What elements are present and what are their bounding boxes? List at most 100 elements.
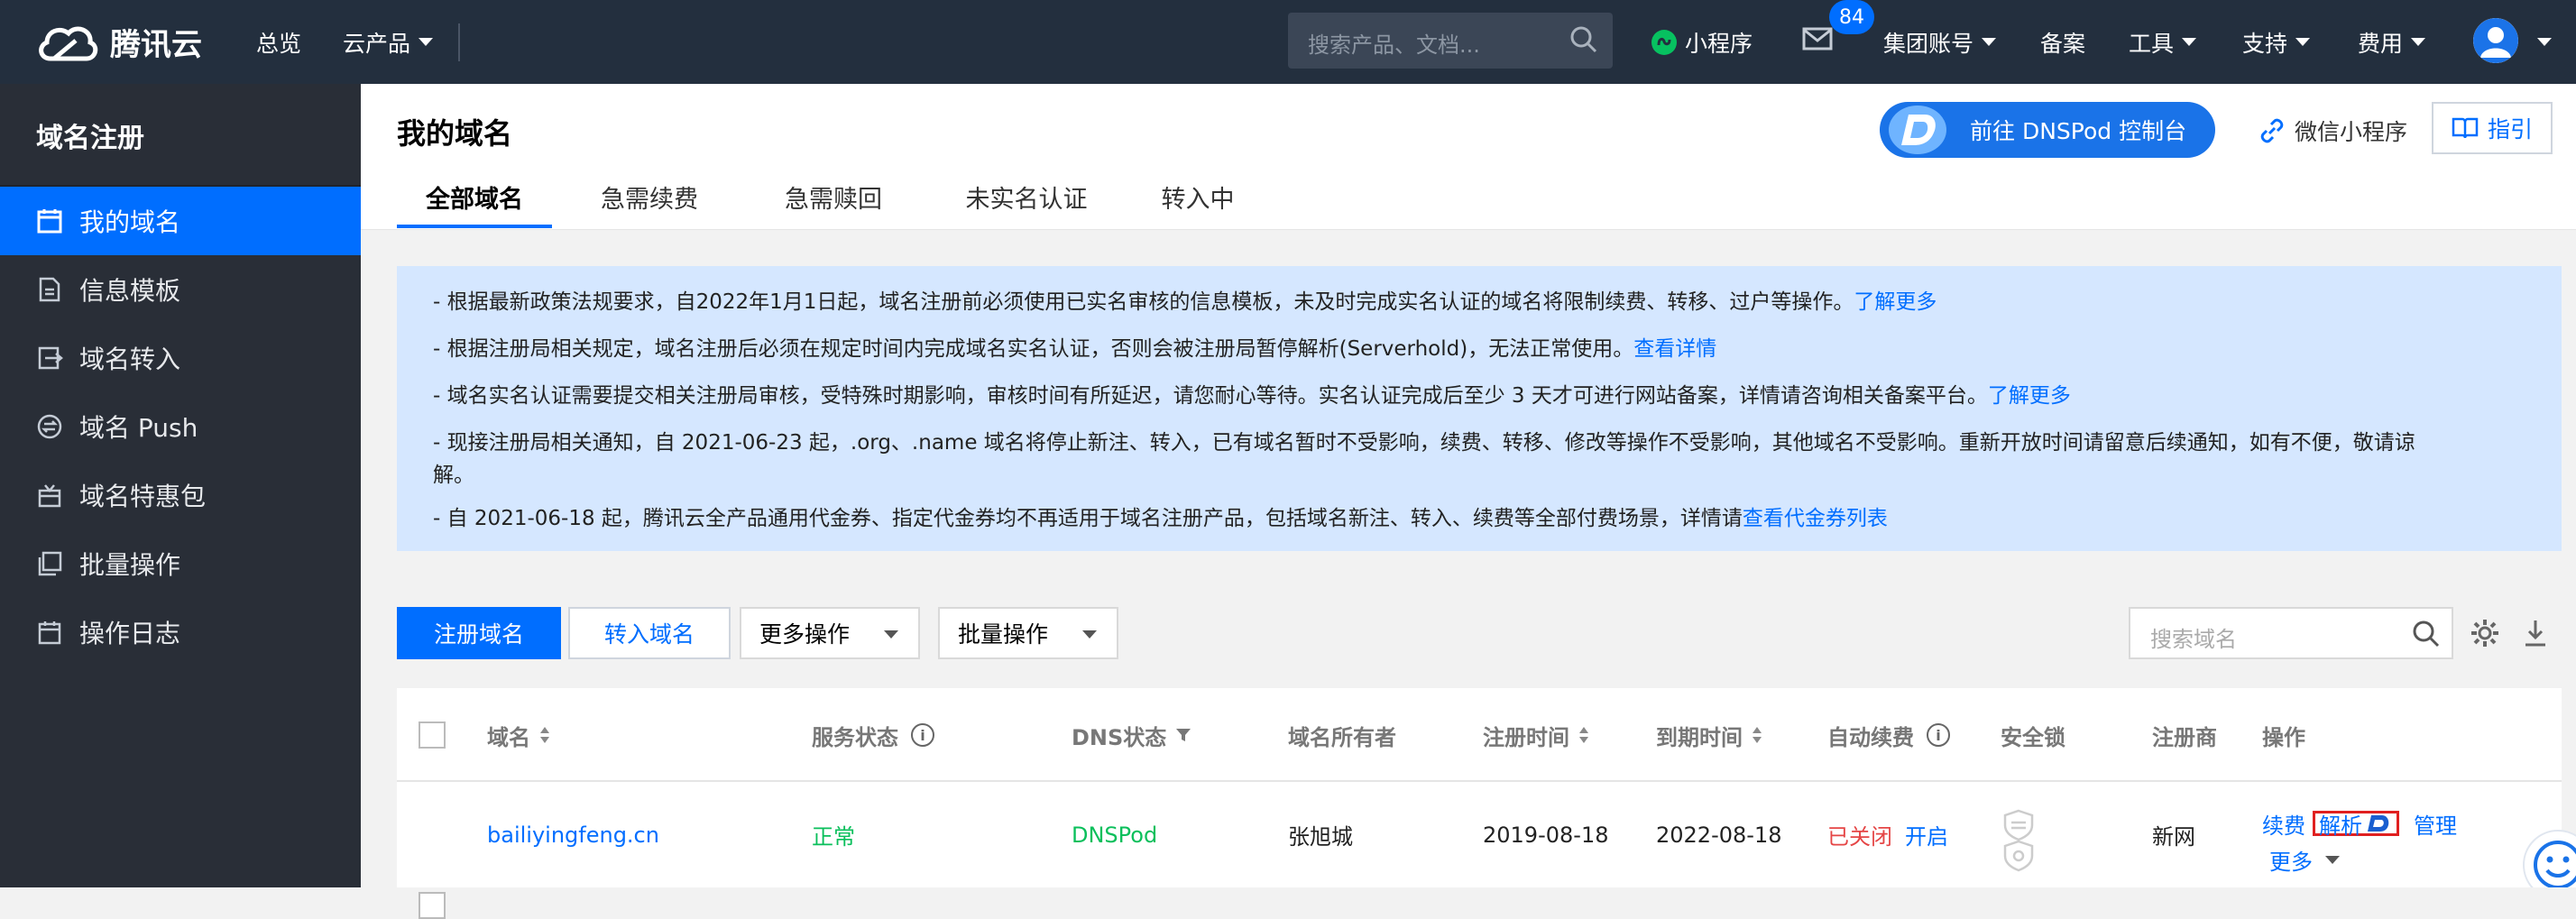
expire-time-value: 2022-08-18 [1656,822,1782,848]
sidebar-title: 域名注册 [36,123,144,154]
chevron-down-icon[interactable] [2537,38,2552,46]
guide-button[interactable]: 指引 [2432,102,2553,154]
brand-name: 腾讯云 [110,27,202,63]
notice-line: - 域名实名认证需要提交相关注册局审核，受特殊时期影响，审核时间有所延迟，请您耐… [433,380,2535,412]
avatar[interactable] [2473,18,2518,63]
mini-program-icon [1651,29,1677,55]
divider [458,23,460,61]
chevron-down-icon [2182,38,2197,46]
column-header-actions: 操作 [2262,724,2305,750]
nav-group-account[interactable]: 集团账号 [1883,0,1997,84]
settings-gear-icon[interactable] [2470,618,2500,648]
column-header-security-lock: 安全锁 [2001,724,2065,750]
sidebar-item-operation-log[interactable]: 操作日志 [0,598,361,666]
more-actions-label: 更多 [2269,849,2313,875]
chevron-down-icon [884,630,898,639]
nav-billing[interactable]: 费用 [2358,0,2426,84]
notice-text: - 根据最新政策法规要求，自2022年1月1日起，域名注册前必须使用已实名审核的… [433,290,1854,314]
tab-urgent-renewal[interactable]: 急需续费 [577,170,722,228]
column-header-domain[interactable]: 域名 [487,688,550,782]
service-status-value: 正常 [812,824,855,850]
domain-search-input[interactable]: 搜索域名 [2150,621,2237,653]
tab-urgent-redemption[interactable]: 急需赎回 [761,170,906,228]
sort-icon[interactable] [1752,727,1762,743]
user-avatar-icon [2473,18,2518,63]
domain-name-link[interactable]: bailiyingfeng.cn [487,782,659,887]
sidebar: 域名注册 我的域名 信息模板 域名转入 域名 Push 域名特惠包 批量操作 操… [0,84,361,887]
transfer-in-domain-button[interactable]: 转入域名 [568,607,731,659]
sort-icon[interactable] [1578,727,1589,743]
column-header-service-status: 服务状态 i [812,688,934,782]
customer-service-bubble[interactable] [2522,829,2576,887]
view-details-link[interactable]: 查看详情 [1633,337,1716,361]
mail-button[interactable]: 84 [1802,0,1874,54]
search-icon[interactable] [1569,25,1598,54]
more-actions-dropdown[interactable]: 更多 [2269,843,2457,876]
dnspod-logo-icon [1889,106,1946,154]
page-header: 我的域名 前往 DNSPod 控制台 微信小程序 指引 全部域名 急需续费 急需… [361,84,2576,230]
search-input[interactable]: 搜索产品、文档... [1308,27,1480,59]
column-header-reg-time[interactable]: 注册时间 [1483,688,1589,782]
sidebar-item-domain-transfer[interactable]: 域名转入 [0,324,361,392]
wechat-mini-program-link[interactable]: 微信小程序 [2259,115,2407,147]
column-header-label: 服务状态 [812,724,898,750]
column-header-expire-time[interactable]: 到期时间 [1656,688,1762,782]
sort-icon[interactable] [539,727,550,743]
manage-link[interactable]: 管理 [2414,808,2457,840]
shield-icon[interactable] [2002,809,2035,872]
learn-more-link[interactable]: 了解更多 [1854,290,1937,314]
nav-support[interactable]: 支持 [2242,0,2311,84]
tab-transferring-in[interactable]: 转入中 [1144,170,1252,228]
nav-tools[interactable]: 工具 [2129,0,2197,84]
domain-search-box[interactable]: 搜索域名 [2129,607,2453,659]
column-header-label: 注册时间 [1483,724,1569,750]
nav-overview[interactable]: 总览 [256,0,301,84]
sidebar-item-special-package[interactable]: 域名特惠包 [0,461,361,529]
renew-link[interactable]: 续费 [2262,808,2305,840]
tab-unverified[interactable]: 未实名认证 [945,170,1108,228]
dnspod-logo-icon [2368,815,2389,832]
register-domain-button[interactable]: 注册域名 [397,607,561,659]
nav-mini-program[interactable]: 小程序 [1651,0,1753,84]
column-header-dns-status: DNS状态 [1072,688,1191,782]
dnspod-console-label: 前往 DNSPod 控制台 [1970,118,2187,144]
tab-all-domains[interactable]: 全部域名 [397,170,552,228]
table-row [397,782,2562,887]
search-icon[interactable] [2412,620,2441,648]
more-operations-label: 更多操作 [759,621,851,648]
resolve-link[interactable]: 解析 [2313,811,2399,839]
voucher-list-link[interactable]: 查看代金券列表 [1743,507,1888,530]
batch-operations-select[interactable]: 批量操作 [938,607,1118,659]
registrar-value: 新网 [2152,824,2195,850]
sidebar-item-domain-push[interactable]: 域名 Push [0,392,361,461]
main-content: 我的域名 前往 DNSPod 控制台 微信小程序 指引 全部域名 急需续费 急需… [361,84,2576,919]
download-icon[interactable] [2522,618,2549,648]
document-icon [39,277,60,302]
mail-count-badge: 84 [1829,0,1874,34]
learn-more-link[interactable]: 了解更多 [1988,384,2071,408]
select-all-checkbox[interactable] [419,721,446,749]
push-icon [37,414,62,439]
link-icon [2260,118,2284,143]
sidebar-item-info-templates[interactable]: 信息模板 [0,255,361,324]
nav-filing[interactable]: 备案 [2040,0,2085,84]
info-icon[interactable]: i [1927,723,1950,747]
brand-logo[interactable]: 腾讯云 [36,0,202,84]
column-header-registrar: 注册商 [2152,724,2217,750]
notice-line: - 根据注册局相关规定，域名注册后必须在规定时间内完成域名实名认证，否则会被注册… [433,333,2535,365]
enable-auto-renew-link[interactable]: 开启 [1905,819,1948,850]
dnspod-console-button[interactable]: 前往 DNSPod 控制台 [1880,102,2215,158]
tools-label: 工具 [2129,30,2175,57]
batch-operations-label: 批量操作 [958,621,1049,648]
sidebar-item-batch-operations[interactable]: 批量操作 [0,529,361,598]
more-operations-select[interactable]: 更多操作 [740,607,920,659]
info-icon[interactable]: i [911,723,934,747]
search-box[interactable]: 搜索产品、文档... [1288,13,1613,69]
sidebar-item-my-domains[interactable]: 我的域名 [0,187,361,255]
nav-products-label: 云产品 [343,30,411,57]
wechat-mini-program-label: 微信小程序 [2295,119,2408,145]
filter-icon[interactable] [1175,727,1191,743]
row-checkbox[interactable] [419,892,446,919]
nav-products[interactable]: 云产品 [343,0,434,84]
group-account-label: 集团账号 [1883,30,1974,57]
